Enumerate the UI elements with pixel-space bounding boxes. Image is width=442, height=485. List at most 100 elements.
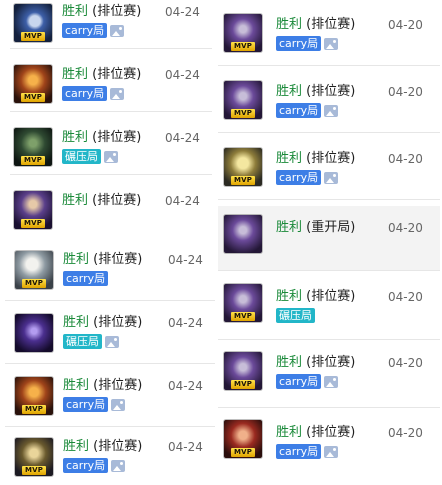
image-icon[interactable]	[324, 171, 339, 184]
match-date: 04-24	[165, 194, 200, 208]
match-tags: 碾压局	[63, 334, 119, 349]
match-result: 胜利 (排位赛)	[63, 378, 142, 394]
game-mode-label: (排位赛)	[92, 130, 142, 145]
result-label: 胜利	[62, 4, 89, 19]
match-result: 胜利 (排位赛)	[62, 67, 141, 83]
match-date: 04-20	[388, 426, 423, 440]
match-result: 胜利 (排位赛)	[62, 130, 141, 146]
match-result: 胜利 (排位赛)	[62, 4, 141, 20]
match-record[interactable]: MVP 胜利 (排位赛) 04-24 carry局	[10, 59, 212, 112]
result-label: 胜利	[62, 193, 89, 208]
match-result: 胜利 (排位赛)	[63, 439, 142, 455]
hero-avatar[interactable]: MVP	[224, 352, 262, 390]
image-icon[interactable]	[110, 87, 125, 100]
game-mode-label: (排位赛)	[93, 378, 143, 393]
match-record[interactable]: MVP 胜利 (排位赛) 04-20 carry局	[218, 343, 440, 408]
match-result: 胜利 (排位赛)	[276, 151, 355, 167]
match-date: 04-24	[165, 68, 200, 82]
result-label: 胜利	[276, 355, 303, 370]
match-date: 04-24	[168, 316, 203, 330]
mvp-badge: MVP	[231, 109, 255, 118]
result-label: 胜利	[276, 17, 303, 32]
match-record[interactable]: MVP 胜利 (排位赛) 04-20 carry局	[218, 5, 440, 66]
match-record[interactable]: MVP 胜利 (排位赛) 04-24 carry局	[5, 431, 215, 485]
match-record[interactable]: MVP 胜利 (排位赛) 04-24 carry局	[10, 0, 212, 49]
match-result: 胜利 (排位赛)	[276, 289, 355, 305]
hero-avatar[interactable]: MVP	[15, 377, 53, 415]
match-record[interactable]: MVP 胜利 (排位赛) 04-20 carry局	[218, 411, 440, 481]
match-result: 胜利 (排位赛)	[276, 355, 355, 371]
match-date: 04-20	[388, 85, 423, 99]
match-record[interactable]: MVP 胜利 (排位赛) 04-24	[10, 185, 212, 237]
mvp-badge: MVP	[231, 448, 255, 457]
match-date: 04-20	[388, 152, 423, 166]
carry-game-tag: carry局	[63, 271, 109, 286]
match-tags: carry局	[63, 458, 126, 473]
game-mode-label: (排位赛)	[92, 4, 142, 19]
image-icon[interactable]	[324, 375, 339, 388]
hero-avatar[interactable]: MVP	[224, 420, 262, 458]
carry-game-tag: carry局	[63, 458, 109, 473]
match-date: 04-20	[388, 356, 423, 370]
mvp-badge: MVP	[21, 32, 45, 41]
mvp-badge: MVP	[231, 380, 255, 389]
match-record[interactable]: MVP 胜利 (排位赛) 04-20 carry局	[218, 72, 440, 133]
match-record[interactable]: MVP 胜利 (排位赛) 04-24 carry局	[5, 244, 215, 301]
result-label: 胜利	[63, 315, 90, 330]
match-result: 胜利 (排位赛)	[62, 193, 141, 209]
result-label: 胜利	[276, 151, 303, 166]
image-icon[interactable]	[105, 335, 119, 348]
image-icon[interactable]	[324, 104, 339, 117]
match-tags: 碾压局	[276, 308, 315, 323]
mvp-badge: MVP	[22, 279, 46, 288]
hero-avatar[interactable]: MVP	[14, 128, 52, 166]
match-result: 胜利 (排位赛)	[63, 252, 142, 268]
match-date: 04-24	[168, 379, 203, 393]
mvp-badge: MVP	[21, 93, 45, 102]
match-record[interactable]: MVP 胜利 (排位赛) 04-20 碾压局	[218, 275, 440, 340]
hero-avatar[interactable]: MVP	[14, 191, 52, 229]
game-mode-label: (排位赛)	[306, 425, 356, 440]
hero-portrait-purple-knight	[224, 215, 262, 253]
hero-avatar[interactable]: MVP	[224, 81, 262, 119]
match-tags: carry局	[63, 397, 126, 412]
crush-game-tag: 碾压局	[62, 149, 101, 164]
match-date: 04-24	[168, 253, 203, 267]
match-result: 胜利 (排位赛)	[276, 84, 355, 100]
hero-avatar[interactable]: MVP	[14, 4, 52, 42]
match-record[interactable]: 胜利 (排位赛) 04-24 碾压局	[5, 307, 215, 364]
match-tags: carry局	[276, 374, 339, 389]
result-label: 胜利	[63, 252, 90, 267]
carry-game-tag: carry局	[63, 397, 109, 412]
image-icon[interactable]	[110, 24, 125, 37]
game-mode-label: (排位赛)	[93, 252, 143, 267]
image-icon[interactable]	[111, 398, 126, 411]
image-icon[interactable]	[111, 459, 126, 472]
mvp-badge: MVP	[231, 176, 255, 185]
game-mode-label: (排位赛)	[306, 151, 356, 166]
hero-avatar[interactable]: MVP	[224, 148, 262, 186]
result-label: 胜利	[62, 67, 89, 82]
hero-avatar[interactable]: MVP	[224, 284, 262, 322]
image-icon[interactable]	[324, 37, 339, 50]
match-tags: carry局	[62, 23, 125, 38]
result-label: 胜利	[276, 289, 303, 304]
hero-avatar[interactable]: MVP	[14, 65, 52, 103]
image-icon[interactable]	[324, 445, 339, 458]
game-mode-label: (排位赛)	[306, 289, 356, 304]
hero-avatar[interactable]: MVP	[15, 251, 53, 289]
hero-avatar[interactable]	[224, 215, 262, 253]
match-tags: carry局	[276, 103, 339, 118]
hero-avatar[interactable]	[15, 314, 53, 352]
match-record[interactable]: MVP 胜利 (排位赛) 04-20 carry局	[218, 139, 440, 200]
match-record[interactable]: MVP 胜利 (排位赛) 04-24 碾压局	[10, 122, 212, 175]
result-label: 胜利	[276, 220, 303, 235]
hero-avatar[interactable]: MVP	[224, 14, 262, 52]
hero-avatar[interactable]: MVP	[15, 438, 53, 476]
match-record[interactable]: 胜利 (重开局) 04-20	[218, 206, 440, 271]
match-record[interactable]: MVP 胜利 (排位赛) 04-24 carry局	[5, 370, 215, 427]
match-result: 胜利 (排位赛)	[276, 425, 355, 441]
game-mode-label: (排位赛)	[306, 84, 356, 99]
image-icon[interactable]	[104, 150, 118, 163]
mvp-badge: MVP	[22, 405, 46, 414]
